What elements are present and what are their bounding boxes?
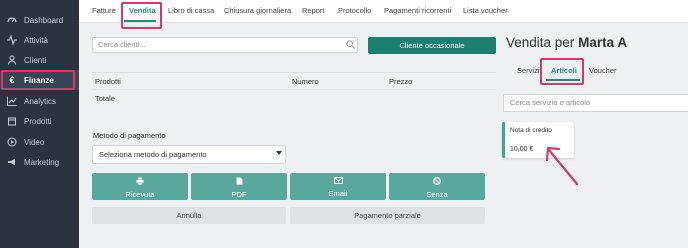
sidebar-item-label: Clienti [24,55,47,65]
client-search-input[interactable]: Cerca clienti... [92,37,358,53]
megaphone-icon [7,157,17,167]
speedometer-icon [7,15,17,25]
email-button-label: Email [328,189,348,198]
sidebar-item-label: Prodotti [24,116,52,126]
tab-pagamenti-ricorrenti[interactable]: Pagamenti ricorrenti [384,0,451,22]
item-search-input[interactable]: Cerca servizio o articolo [503,94,688,112]
envelope-icon [290,177,386,187]
page-title: Vendita per Marta A [506,35,627,50]
sidebar-item-video[interactable]: Video [0,132,79,152]
vendita-highlight-box [121,2,162,29]
pdf-button-label: PDF [231,190,247,199]
tab-chiusura-giornaliera[interactable]: Chiusura giornaliera [224,0,291,22]
payment-method-select[interactable]: Seleziona metodo di pagamento [92,145,286,164]
table-divider [92,89,496,90]
receipt-button[interactable]: Ricevuta [92,173,188,200]
document-icon [191,177,287,188]
printer-icon [92,177,188,188]
sidebar-item-label: Attività [24,35,49,45]
sidebar-item-label: Marketing [24,157,60,167]
column-header-numero: Numero [292,77,319,86]
card-title: Nota di credito [510,127,552,134]
tab-voucher[interactable]: Voucher [589,66,617,75]
sidebar-item-label: Dashboard [24,15,64,25]
sidebar-item-attivita[interactable]: Attività [0,30,79,50]
sidebar-item-analytics[interactable]: Analytics [0,91,79,111]
activity-icon [7,35,17,45]
search-icon [346,40,355,49]
card-price: 10,00 € [510,146,534,153]
pdf-button[interactable]: PDF [191,173,287,200]
tab-report[interactable]: Report [302,0,325,22]
sidebar-item-label: Analytics [24,96,57,106]
ban-icon [389,177,485,188]
annotation-arrow [545,146,579,186]
cancel-button[interactable]: Annulla [92,207,286,224]
partial-payment-button[interactable]: Pagamento parziale [290,207,485,224]
payment-method-label: Metodo di pagamento [93,131,166,140]
tab-fatture[interactable]: Fatture [92,0,116,22]
without-button-label: Senza [426,190,448,199]
page-title-prefix: Vendita per [506,35,575,50]
chevron-down-icon [276,151,282,155]
tab-libro-di-cassa[interactable]: Libro di cassa [168,0,214,22]
tab-lista-voucher[interactable]: Lista voucher [463,0,508,22]
sidebar: Dashboard Attività Clienti € Finanze Ana… [0,0,79,248]
email-button[interactable]: Email [290,173,386,200]
person-icon [7,55,17,65]
box-icon [7,116,17,126]
sidebar-item-label: Video [24,137,45,147]
tab-protocollo[interactable]: Protocollo [338,0,371,22]
table-header-divider [92,72,496,73]
play-circle-icon [7,137,17,147]
sidebar-item-marketing[interactable]: Marketing [0,152,79,172]
client-name: Marta A [578,35,628,50]
sidebar-item-dashboard[interactable]: Dashboard [0,10,79,30]
receipt-button-label: Ricevuta [125,190,155,199]
without-button[interactable]: Senza [389,173,485,200]
finanze-highlight-box [1,70,75,90]
column-header-prezzo: Prezzo [389,77,413,86]
column-header-prodotti: Prodotti [95,77,121,86]
occasional-client-button[interactable]: Cliente occasionale [368,37,496,54]
articoli-highlight-box [540,58,584,85]
sidebar-item-clienti[interactable]: Clienti [0,50,79,70]
chart-line-icon [7,96,17,106]
sidebar-item-prodotti[interactable]: Prodotti [0,111,79,131]
tab-servizi[interactable]: Servizi [517,66,540,75]
total-label: Totale [95,94,116,103]
